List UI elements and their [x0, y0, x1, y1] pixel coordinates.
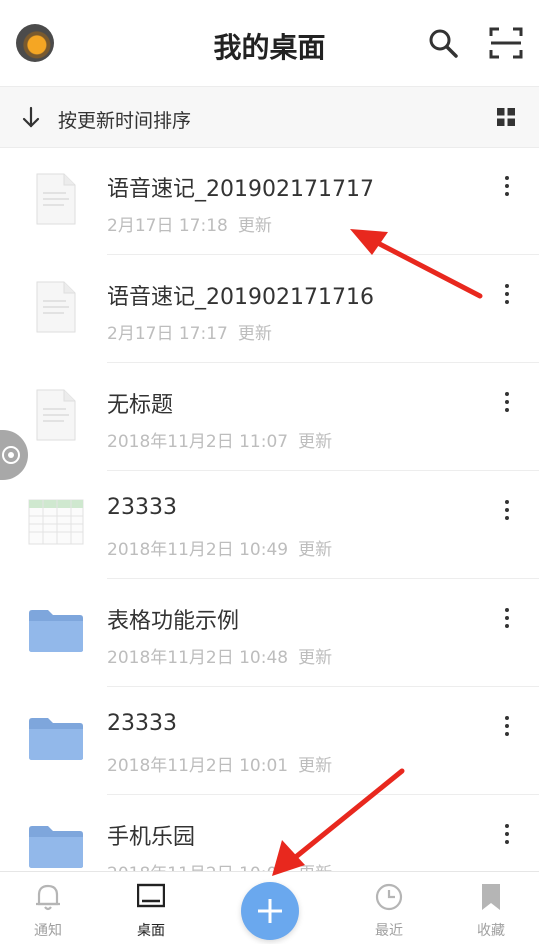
clock-icon	[375, 882, 403, 912]
folder-icon	[28, 609, 84, 653]
sort-bar[interactable]: 按更新时间排序	[0, 86, 539, 148]
doc-icon	[36, 173, 76, 225]
file-name: 手机乐园	[107, 825, 196, 850]
more-options-icon[interactable]	[498, 173, 516, 199]
file-status: 更新	[298, 432, 333, 452]
file-name: 语音速记_201902171716	[107, 285, 374, 310]
file-date: 2月17日 17:17	[107, 324, 228, 344]
doc-icon	[36, 281, 76, 333]
sort-label[interactable]: 按更新时间排序	[58, 106, 191, 133]
file-list: 语音速记_201902171717 2月17日 17:18 更新 语音速记_201…	[0, 147, 539, 903]
doc-icon	[36, 389, 76, 441]
list-item[interactable]: 23333 2018年11月2日 10:49 更新	[0, 471, 539, 579]
more-options-icon[interactable]	[498, 389, 516, 415]
list-item[interactable]: 表格功能示例 2018年11月2日 10:48 更新	[0, 579, 539, 687]
list-item[interactable]: 23333 2018年11月2日 10:01 更新	[0, 687, 539, 795]
file-status: 更新	[237, 324, 272, 344]
file-status: 更新	[298, 540, 333, 560]
list-item[interactable]: 无标题 2018年11月2日 11:07 更新	[0, 363, 539, 471]
desktop-icon	[136, 882, 166, 912]
file-name: 语音速记_201902171717	[107, 177, 374, 202]
file-meta: 2018年11月2日 11:07 更新	[107, 427, 332, 452]
list-item[interactable]: 语音速记_201902171717 2月17日 17:18 更新	[0, 147, 539, 255]
tab-label: 收藏	[477, 923, 505, 939]
file-name: 23333	[107, 495, 177, 520]
file-status: 更新	[298, 756, 333, 776]
file-meta: 2018年11月2日 10:01 更新	[107, 751, 332, 776]
floating-assist-button[interactable]	[0, 430, 28, 480]
file-meta: 2018年11月2日 10:48 更新	[107, 643, 332, 668]
file-date: 2月17日 17:18	[107, 216, 228, 236]
app-header: 我的桌面	[0, 0, 539, 86]
tab-favorites[interactable]: 收藏	[446, 872, 536, 944]
file-date: 2018年11月2日 10:49	[107, 540, 289, 560]
folder-icon	[28, 825, 84, 869]
plus-icon	[258, 899, 282, 923]
file-name: 表格功能示例	[107, 609, 240, 634]
file-name: 23333	[107, 711, 177, 736]
file-meta: 2月17日 17:17 更新	[107, 319, 272, 344]
file-meta: 2018年11月2日 10:49 更新	[107, 535, 332, 560]
file-date: 2018年11月2日 11:07	[107, 432, 289, 452]
file-name: 无标题	[107, 393, 174, 418]
tab-label: 桌面	[137, 923, 165, 939]
arrow-down-icon	[20, 105, 42, 129]
grid-view-icon[interactable]	[496, 107, 516, 127]
more-options-icon[interactable]	[498, 605, 516, 631]
search-icon[interactable]	[426, 26, 460, 60]
list-item[interactable]: 语音速记_201902171716 2月17日 17:17 更新	[0, 255, 539, 363]
file-status: 更新	[237, 216, 272, 236]
spreadsheet-icon	[28, 499, 84, 545]
more-options-icon[interactable]	[498, 821, 516, 847]
folder-icon	[28, 717, 84, 761]
tab-desktop[interactable]: 桌面	[106, 872, 196, 944]
tab-notifications[interactable]: 通知	[3, 872, 93, 944]
bell-icon	[34, 882, 62, 912]
add-button[interactable]	[241, 882, 299, 940]
scan-icon[interactable]	[489, 26, 523, 60]
tab-recent[interactable]: 最近	[344, 872, 434, 944]
file-status: 更新	[298, 648, 333, 668]
tab-label: 通知	[34, 923, 62, 939]
more-options-icon[interactable]	[498, 497, 516, 523]
more-options-icon[interactable]	[498, 713, 516, 739]
file-date: 2018年11月2日 10:48	[107, 648, 289, 668]
file-meta: 2月17日 17:18 更新	[107, 211, 272, 236]
bookmark-icon	[477, 882, 505, 912]
more-options-icon[interactable]	[498, 281, 516, 307]
file-date: 2018年11月2日 10:01	[107, 756, 289, 776]
tab-label: 最近	[375, 923, 403, 939]
